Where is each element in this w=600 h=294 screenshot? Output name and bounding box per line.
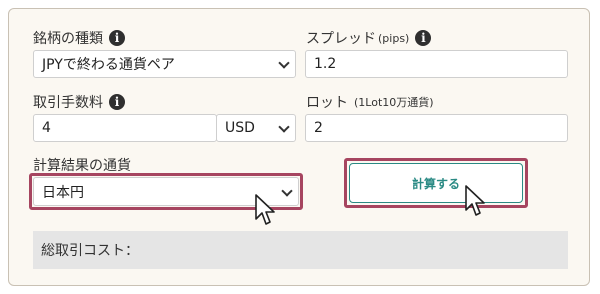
lot-input[interactable]: 2 <box>305 114 568 142</box>
info-icon[interactable]: i <box>415 30 432 46</box>
mouse-pointer-icon <box>255 194 275 225</box>
spread-label-group: スプレッド (pips) i <box>306 28 432 48</box>
pair-type-label-group: 銘柄の種類 i <box>33 28 125 48</box>
lot-label-group: ロット (1Lot10万通貨) <box>306 92 434 112</box>
pair-type-select[interactable]: JPYで終わる通貨ペア <box>33 50 296 78</box>
lot-label: ロット <box>306 95 348 111</box>
spread-unit: (pips) <box>378 31 410 45</box>
commission-label: 取引手数料 <box>33 95 103 111</box>
commission-currency-value: USD <box>225 120 255 136</box>
mouse-pointer-icon <box>465 185 485 216</box>
lot-unit: (1Lot10万通貨) <box>354 96 434 109</box>
commission-input[interactable]: 4 <box>33 114 217 142</box>
commission-input-value: 4 <box>42 120 51 136</box>
chevron-down-icon <box>281 184 293 197</box>
chevron-down-icon <box>278 121 290 133</box>
result-currency-label: 計算結果の通貨 <box>33 158 131 174</box>
total-cost-label: 総取引コスト： <box>41 243 139 259</box>
chevron-down-icon <box>278 57 290 69</box>
result-currency-selected-value: 日本円 <box>42 184 84 201</box>
info-icon[interactable]: i <box>109 30 125 46</box>
spread-input[interactable]: 1.2 <box>305 50 568 78</box>
lot-input-value: 2 <box>314 120 323 136</box>
pair-type-label: 銘柄の種類 <box>33 31 103 47</box>
info-icon[interactable]: i <box>109 94 125 110</box>
calculate-button[interactable]: 計算する <box>349 163 523 203</box>
spread-label: スプレッド <box>306 31 376 47</box>
result-currency-label-group: 計算結果の通貨 <box>33 155 131 175</box>
spread-input-value: 1.2 <box>314 56 337 72</box>
commission-label-group: 取引手数料 i <box>33 92 125 112</box>
total-cost-bar: 総取引コスト： <box>33 231 568 269</box>
calculate-button-label: 計算する <box>411 176 460 191</box>
commission-currency-select[interactable]: USD <box>216 114 296 142</box>
pair-type-selected-value: JPYで終わる通貨ペア <box>42 57 175 73</box>
